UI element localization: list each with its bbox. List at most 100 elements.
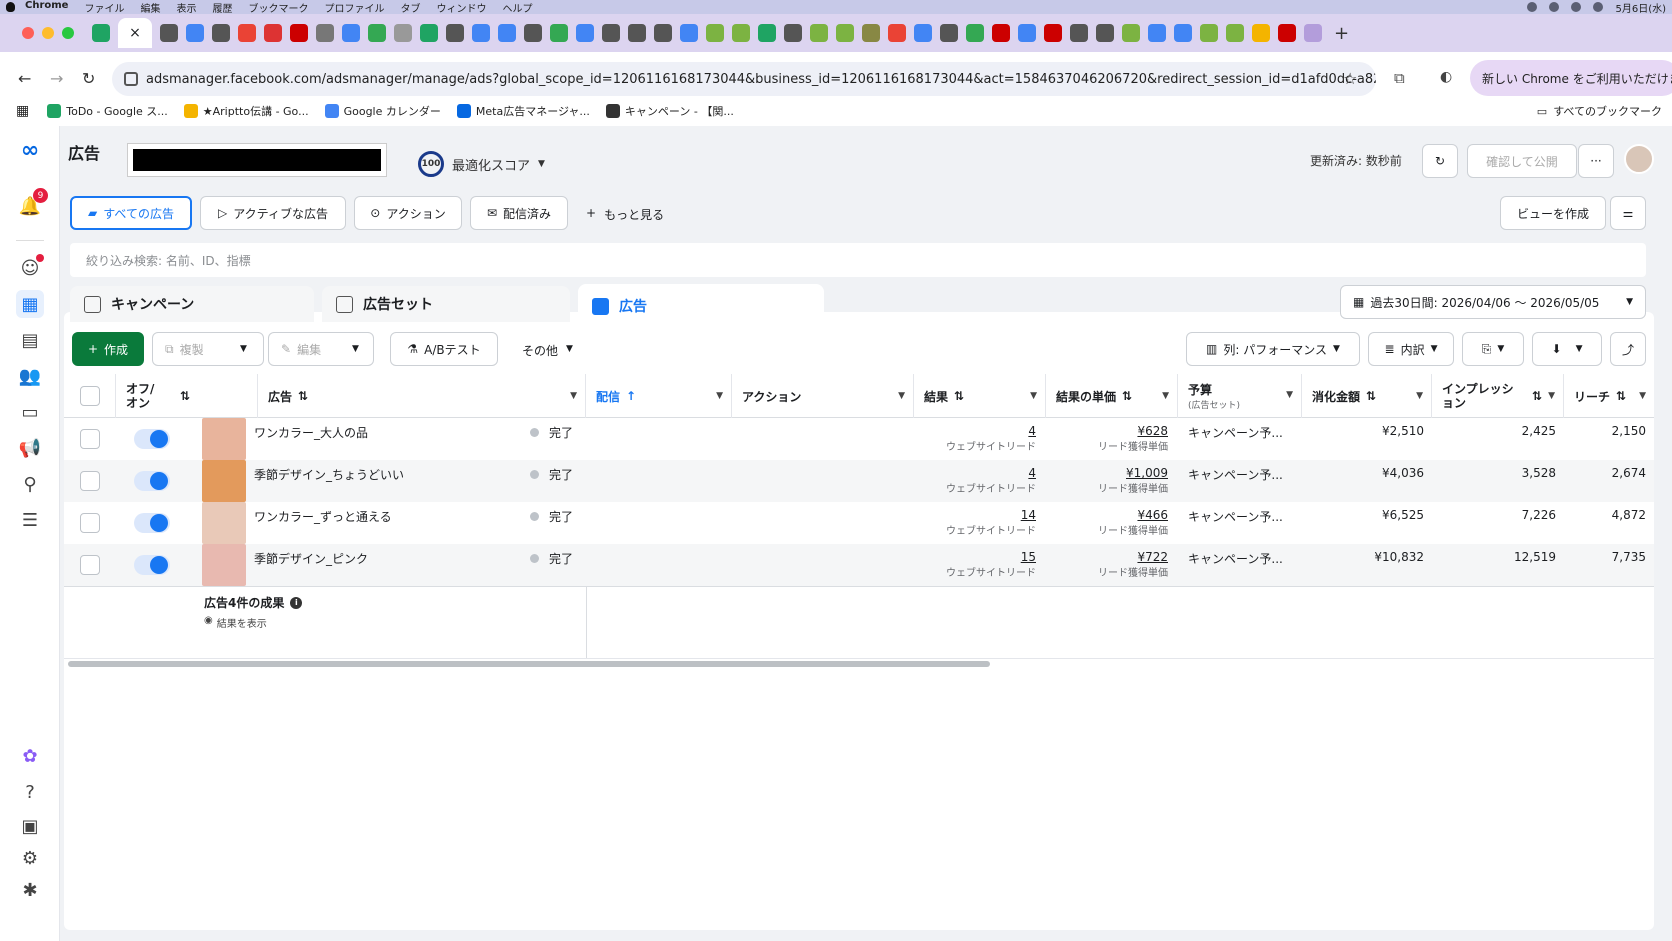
browser-tab[interactable] [680, 24, 698, 42]
bookmark-item[interactable]: キャンペーン - 【関... [605, 103, 734, 119]
browser-tab[interactable] [1278, 24, 1296, 42]
browser-tab[interactable] [758, 24, 776, 42]
new-chrome-button[interactable]: 新しい Chrome をご利用いただけます [1470, 60, 1672, 96]
reports-icon[interactable]: ▤ [16, 326, 44, 354]
ads-manager-icon[interactable]: ▦ [16, 290, 44, 318]
date-range-picker[interactable]: ▦ 過去30日間: 2026/04/06 〜 2026/05/05 ▼ [1340, 285, 1646, 319]
browser-tab[interactable] [966, 24, 984, 42]
wifi-icon[interactable] [1571, 2, 1582, 12]
tab-campaigns[interactable]: キャンペーン [70, 286, 314, 322]
results-value[interactable]: 14 [914, 508, 1036, 522]
menu-item[interactable]: ヘルプ [502, 0, 532, 15]
new-tab-button[interactable]: + [1334, 23, 1349, 44]
col-ad[interactable]: 広告 ⇅ ▼ [258, 374, 586, 418]
browser-tab[interactable] [1200, 24, 1218, 42]
menu-item[interactable]: プロファイル [324, 0, 384, 15]
export-button[interactable]: ⬇ ▼ [1532, 332, 1602, 366]
news-icon[interactable]: ▣ [16, 812, 44, 840]
menu-item[interactable]: 編集 [140, 0, 160, 15]
back-button[interactable]: ← [18, 69, 31, 88]
results-value[interactable]: 15 [914, 550, 1036, 564]
notifications-icon[interactable]: 🔔 9 [16, 188, 48, 220]
row-checkbox[interactable] [80, 513, 100, 533]
help-icon[interactable]: ? [16, 778, 44, 806]
browser-tab[interactable] [290, 24, 308, 42]
results-value[interactable]: 4 [914, 424, 1036, 438]
filter-search-input[interactable]: 絞り込み検索: 名前、ID、指標 [70, 243, 1646, 277]
table-row[interactable]: 季節デザイン_ピンク 完了 15 ウェブサイトリード ¥722 リード獲得単価 … [64, 544, 1654, 586]
view-active-ads-button[interactable]: ▷ アクティブな広告 [200, 196, 346, 230]
view-actions-button[interactable]: ⊙ アクション [354, 196, 462, 230]
refresh-button[interactable]: ↻ [1422, 144, 1458, 178]
browser-tab[interactable] [1174, 24, 1192, 42]
site-info-icon[interactable] [124, 72, 138, 86]
status-icon[interactable] [1527, 2, 1538, 12]
create-button[interactable]: + 作成 [72, 332, 144, 366]
meta-ai-icon[interactable]: ✿ [16, 742, 44, 770]
browser-tab[interactable] [914, 24, 932, 42]
review-publish-button[interactable]: 確認して公開 [1467, 144, 1577, 178]
tab-adsets[interactable]: 広告セット [322, 286, 570, 322]
row-checkbox[interactable] [80, 471, 100, 491]
clock[interactable]: 5月6日(水) [1615, 0, 1666, 15]
browser-tab[interactable] [1044, 24, 1062, 42]
browser-tab[interactable] [862, 24, 880, 42]
browser-tab[interactable] [706, 24, 724, 42]
menu-item[interactable]: タブ [400, 0, 420, 15]
ad-name[interactable]: 季節デザイン_ピンク [254, 550, 368, 567]
close-window-button[interactable] [22, 27, 34, 39]
browser-tab[interactable] [654, 24, 672, 42]
breakdown-selector[interactable]: ≣ 内訳 ▼ [1368, 332, 1454, 366]
browser-tab[interactable] [1070, 24, 1088, 42]
browser-tab[interactable] [446, 24, 464, 42]
col-budget[interactable]: 予算 (広告セット) ▼ [1178, 374, 1302, 418]
account-overview-icon[interactable]: ☺ [16, 254, 44, 282]
account-selector[interactable] [127, 143, 387, 177]
optimization-score[interactable]: 100 最適化スコア ▼ [418, 151, 545, 177]
browser-tab[interactable] [1018, 24, 1036, 42]
horizontal-scrollbar[interactable] [68, 661, 990, 667]
col-spend[interactable]: 消化金額 ⇅ ▼ [1302, 374, 1432, 418]
browser-tab[interactable] [1252, 24, 1270, 42]
browser-tab[interactable] [628, 24, 646, 42]
duplicate-dropdown-icon[interactable]: ▼ [240, 344, 247, 354]
active-tab-close-icon[interactable]: × [118, 18, 152, 48]
settings-gear-icon[interactable]: ⚙ [16, 844, 44, 872]
view-delivered-button[interactable]: ✉ 配信済み [470, 196, 568, 230]
billing-icon[interactable]: ▭ [16, 398, 44, 426]
col-results[interactable]: 結果 ⇅ ▼ [914, 374, 1046, 418]
ad-thumbnail[interactable] [202, 502, 246, 544]
forward-button[interactable]: → [50, 69, 63, 88]
browser-tab[interactable] [394, 24, 412, 42]
browser-tab[interactable] [1148, 24, 1166, 42]
row-checkbox[interactable] [80, 429, 100, 449]
table-row[interactable]: ワンカラー_大人の品 完了 4 ウェブサイトリード ¥628 リード獲得単価 キ… [64, 418, 1654, 460]
browser-tab[interactable] [342, 24, 360, 42]
ad-name[interactable]: ワンカラー_ずっと通える [254, 508, 392, 525]
col-reach[interactable]: リーチ ⇅ ▼ [1564, 374, 1654, 418]
browser-tab[interactable] [524, 24, 542, 42]
search-icon[interactable] [1593, 2, 1604, 12]
browser-tab[interactable] [940, 24, 958, 42]
browser-tab[interactable] [498, 24, 516, 42]
status-icon[interactable] [1549, 2, 1560, 12]
col-impressions[interactable]: インプレッション ⇅ ▼ [1432, 374, 1564, 418]
browser-tab[interactable] [1122, 24, 1140, 42]
browser-tab[interactable] [602, 24, 620, 42]
apple-icon[interactable] [6, 2, 15, 12]
create-view-button[interactable]: ビューを作成 [1500, 196, 1606, 230]
browser-tab[interactable] [1304, 24, 1322, 42]
bug-report-icon[interactable]: ✱ [16, 876, 44, 904]
browser-tab[interactable] [212, 24, 230, 42]
menu-item[interactable]: ブックマーク [248, 0, 308, 15]
browser-tab[interactable] [888, 24, 906, 42]
budget-value[interactable]: キャンペーン予... [1188, 466, 1283, 483]
browser-tab[interactable] [1226, 24, 1244, 42]
cpr-value[interactable]: ¥722 [1046, 550, 1168, 564]
ad-toggle[interactable] [134, 555, 170, 575]
table-row[interactable]: 季節デザイン_ちょうどいい 完了 4 ウェブサイトリード ¥1,009 リード獲… [64, 460, 1654, 502]
menu-item[interactable]: ファイル [84, 0, 124, 15]
ad-name[interactable]: ワンカラー_大人の品 [254, 424, 368, 441]
browser-tab[interactable] [368, 24, 386, 42]
apps-grid-icon[interactable]: ▦ [16, 103, 29, 119]
